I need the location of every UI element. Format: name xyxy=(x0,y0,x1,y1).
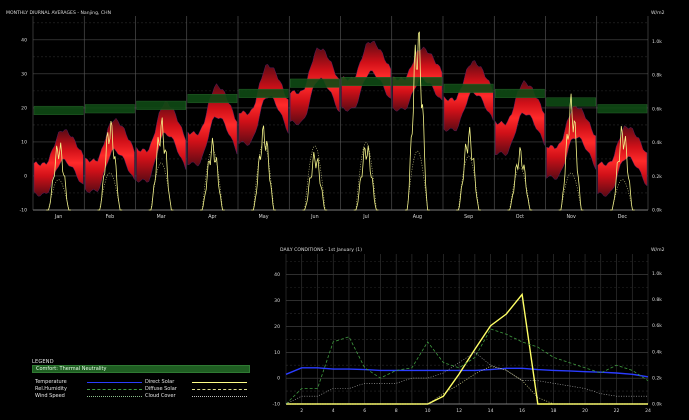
daily-y-tick-label: 30 xyxy=(274,298,280,304)
month-label: Aug xyxy=(413,214,422,220)
comfort-band-oct xyxy=(495,88,545,98)
monthly-title: MONTHLY DIURNAL AVERAGES - Nanjing, CHN xyxy=(6,10,111,16)
daily-x-tick-label: 14 xyxy=(488,408,494,414)
monthly-right-unit: W/m2 xyxy=(651,10,665,16)
temperature-band-jul xyxy=(341,40,392,112)
daily-x-tick-label: 6 xyxy=(363,408,366,414)
daily-y-tick-label: 10 xyxy=(274,350,280,356)
daily-x-tick-label: 2 xyxy=(300,408,303,414)
legend-temperature-line xyxy=(87,382,142,383)
month-label: Nov xyxy=(566,214,576,220)
y-tick-label: -10 xyxy=(19,208,27,214)
chart-canvas: -100102030400.0k0.2k0.4k0.6k0.8k1.0kJan F… xyxy=(6,10,665,414)
daily-y2-tick-label: 0.4k xyxy=(652,349,662,355)
legend-temperature-label: Temperature xyxy=(35,379,67,385)
legend-humidity-label: Rel.Humidity xyxy=(35,386,67,392)
month-label: Jan xyxy=(54,214,62,220)
daily-title: DAILY CONDITIONS - 1st January (1) xyxy=(280,247,362,253)
month-label: Jun xyxy=(310,214,319,220)
direct-solar-jul xyxy=(353,145,379,211)
legend-comfort-swatch: Comfort: Thermal Neutrality xyxy=(32,365,250,373)
daily-rel-humidity-line xyxy=(285,328,649,405)
month-label: May xyxy=(259,214,269,220)
y2-tick-label: 0.4k xyxy=(652,140,662,146)
daily-temperature-line xyxy=(285,367,649,378)
daily-y-tick-label: 0 xyxy=(277,376,280,382)
y2-tick-label: 0.6k xyxy=(652,106,662,112)
legend-direct-label: Direct Solar xyxy=(145,379,175,385)
y-tick-label: 0 xyxy=(24,173,27,179)
legend: LEGEND Comfort: Thermal Neutrality Tempe… xyxy=(32,359,250,405)
month-label: Oct xyxy=(516,214,524,220)
daily-y2-tick-label: 1.0k xyxy=(652,271,662,277)
legend-humidity-line xyxy=(87,389,142,390)
daily-x-tick-label: 8 xyxy=(395,408,398,414)
month-label: Jul xyxy=(362,214,369,220)
comfort-band-jul xyxy=(341,77,391,87)
comfort-band-dec xyxy=(597,104,648,114)
legend-wind-line xyxy=(87,396,142,397)
y2-tick-label: 1.0k xyxy=(652,39,662,45)
comfort-band-apr xyxy=(187,94,238,104)
temperature-band-sep xyxy=(443,60,494,132)
daily-right-unit: W/m2 xyxy=(651,247,665,253)
y2-tick-label: 0.2k xyxy=(652,174,662,180)
comfort-band-aug xyxy=(392,77,443,87)
temperature-band-feb xyxy=(85,117,135,193)
daily-y-tick-label: 20 xyxy=(274,324,280,330)
direct-solar-may xyxy=(251,125,276,211)
daily-x-tick-label: 4 xyxy=(332,408,335,414)
y2-tick-label: 0.0k xyxy=(652,208,662,214)
legend-cloud-line xyxy=(192,396,247,397)
temperature-band-jan xyxy=(33,129,84,197)
daily-y2-tick-label: 0.0k xyxy=(652,402,662,408)
month-label: Mar xyxy=(157,214,166,220)
direct-solar-jun xyxy=(302,151,328,211)
month-label: Dec xyxy=(618,214,628,220)
daily-x-tick-label: 20 xyxy=(582,408,588,414)
daily-axis-labels: -100102030400.0k0.2k0.4k0.6k0.8k1.0k2 4 6 8… xyxy=(272,271,662,414)
y-tick-label: 20 xyxy=(21,105,27,111)
comfort-band-jan xyxy=(33,105,84,115)
legend-wind-label: Wind Speed xyxy=(35,393,65,399)
diffuse-solar-aug xyxy=(405,150,430,211)
y2-tick-label: 0.8k xyxy=(652,73,662,79)
daily-x-tick-label: 10 xyxy=(425,408,431,414)
daily-x-tick-label: 12 xyxy=(456,408,462,414)
legend-cloud-label: Cloud Cover xyxy=(145,393,176,399)
daily-x-tick-label: 16 xyxy=(519,408,525,414)
daily-grid xyxy=(285,254,649,405)
y-tick-label: 30 xyxy=(21,71,27,77)
month-label: Feb xyxy=(106,214,115,220)
comfort-band-mar xyxy=(136,100,186,110)
month-label: Sep xyxy=(464,214,473,220)
comfort-band-feb xyxy=(85,104,135,114)
daily-y2-tick-label: 0.6k xyxy=(652,323,662,329)
daily-y-tick-label: -10 xyxy=(272,402,280,408)
comfort-band-sep xyxy=(443,83,494,93)
legend-comfort-label: Comfort: Thermal Neutrality xyxy=(36,366,107,372)
daily-x-tick-label: 24 xyxy=(645,408,651,414)
y-tick-label: 40 xyxy=(21,37,27,43)
daily-direct-solar-line xyxy=(286,292,648,405)
month-label: Apr xyxy=(208,214,216,220)
daily-x-tick-label: 22 xyxy=(614,408,620,414)
comfort-band-jun xyxy=(290,78,340,88)
legend-diffuse-label: Diffuse Solar xyxy=(145,386,177,392)
daily-y-tick-label: 40 xyxy=(274,272,280,278)
y-tick-label: 10 xyxy=(21,139,27,145)
daily-y2-tick-label: 0.2k xyxy=(652,375,662,381)
daily-lines xyxy=(285,292,649,405)
daily-y2-tick-label: 0.8k xyxy=(652,297,662,303)
temperature-band-may xyxy=(238,64,289,146)
legend-diffuse-line xyxy=(192,389,247,390)
daily-x-tick-label: 18 xyxy=(551,408,557,414)
legend-direct-line xyxy=(192,382,247,383)
comfort-band-may xyxy=(238,88,289,98)
